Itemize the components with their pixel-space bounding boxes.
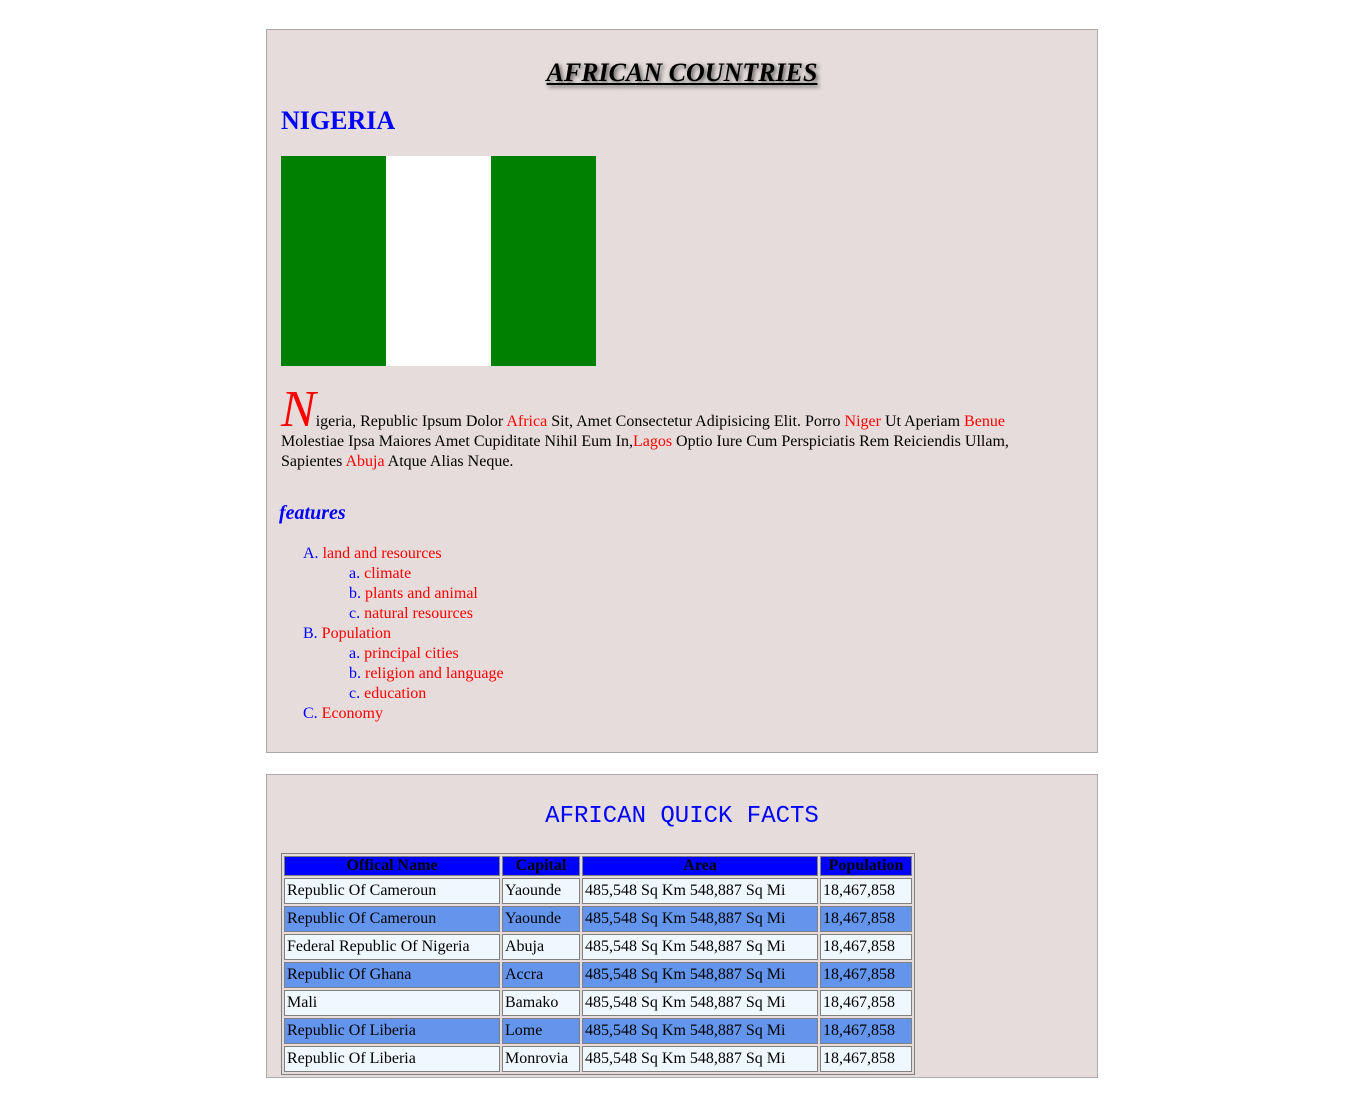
cell-name: Mali [284,990,500,1016]
country-heading: NIGERIA [281,106,396,135]
flag-band-center [386,156,491,366]
country-panel: AFRICAN COUNTRIES NIGERIA Nigeria, Repub… [266,29,1098,753]
list-item-label: Economy [321,705,383,722]
cell-name: Federal Republic Of Nigeria [284,934,500,960]
cell-population: 18,467,858 [820,962,912,988]
cell-area: 485,548 Sq Km 548,887 Sq Mi [582,1046,818,1072]
quick-facts-heading: AFRICAN QUICK FACTS [545,803,819,830]
cell-capital: Lome [502,1018,580,1044]
intro-text: Sit, Amet Consectetur Adipisicing Elit. … [547,413,845,430]
cell-population: 18,467,858 [820,1018,912,1044]
list-item: A. land and resources a. climate b. plan… [303,544,504,624]
features-outline: A. land and resources a. climate b. plan… [303,544,504,724]
intro-paragraph: Nigeria, Republic Ipsum Dolor Africa Sit… [281,384,1071,472]
intro-text: Ut Aperiam [880,413,965,430]
cell-capital: Abuja [502,934,580,960]
keyword-lagos: Lagos [632,433,673,450]
nigeria-flag-icon [281,156,596,366]
list-marker: C. [303,705,318,722]
sub-list-item-label: religion and language [365,665,504,682]
cell-capital: Yaounde [502,906,580,932]
cell-name: Republic Of Ghana [284,962,500,988]
cell-population: 18,467,858 [820,878,912,904]
list-marker: a. [349,565,361,582]
cell-area: 485,548 Sq Km 548,887 Sq Mi [582,1018,818,1044]
page-title: AFRICAN COUNTRIES [546,58,818,87]
list-item-label: land and resources [322,545,442,562]
sub-list-item-label: principal cities [364,645,459,662]
sub-list-item-label: natural resources [364,605,473,622]
cell-name: Republic Of Liberia [284,1018,500,1044]
table-header-row: Offical Name Capital Area Population [284,856,912,876]
cell-capital: Bamako [502,990,580,1016]
cell-population: 18,467,858 [820,934,912,960]
cell-capital: Accra [502,962,580,988]
table-row: Mali Bamako 485,548 Sq Km 548,887 Sq Mi … [284,990,912,1016]
list-item-label: Population [321,625,392,642]
list-marker: b. [349,585,361,602]
column-header-population: Population [820,856,912,876]
column-header-area: Area [582,856,818,876]
cell-population: 18,467,858 [820,990,912,1016]
keyword-africa: Africa [506,413,548,430]
cell-population: 18,467,858 [820,906,912,932]
list-marker: B. [303,625,318,642]
cell-name: Republic Of Liberia [284,1046,500,1072]
sub-list-item-label: education [364,685,427,702]
cell-population: 18,467,858 [820,1046,912,1072]
cell-area: 485,548 Sq Km 548,887 Sq Mi [582,878,818,904]
list-marker: b. [349,665,361,682]
quick-facts-panel: AFRICAN QUICK FACTS Offical Name Capital… [266,774,1098,1078]
column-header-name: Offical Name [284,856,500,876]
sub-list-item: a. climate [349,564,504,584]
intro-text: Atque Alias Neque. [384,453,514,470]
column-header-capital: Capital [502,856,580,876]
list-marker: A. [303,545,319,562]
keyword-abuja: Abuja [345,453,385,470]
table-row: Republic Of Ghana Accra 485,548 Sq Km 54… [284,962,912,988]
table-row: Republic Of Liberia Lome 485,548 Sq Km 5… [284,1018,912,1044]
cell-name: Republic Of Cameroun [284,906,500,932]
sub-list-item: b. plants and animal [349,584,504,604]
drop-cap: N [281,381,316,438]
intro-text: Molestiae Ipsa Maiores Amet Cupiditate N… [281,433,633,450]
cell-capital: Monrovia [502,1046,580,1072]
list-item: C. Economy [303,704,504,724]
sub-list-item-label: climate [364,565,412,582]
sub-list-item: a. principal cities [349,644,504,664]
cell-name: Republic Of Cameroun [284,878,500,904]
cell-area: 485,548 Sq Km 548,887 Sq Mi [582,934,818,960]
sub-list-item: c. education [349,684,504,704]
keyword-benue: Benue [964,413,1005,430]
table-row: Republic Of Liberia Monrovia 485,548 Sq … [284,1046,912,1072]
list-marker: c. [349,685,361,702]
table-row: Republic Of Cameroun Yaounde 485,548 Sq … [284,906,912,932]
sub-list: a. principal cities b. religion and lang… [303,644,504,704]
flag-band-right [491,156,596,366]
sub-list-item: c. natural resources [349,604,504,624]
list-marker: a. [349,645,361,662]
table-row: Federal Republic Of Nigeria Abuja 485,54… [284,934,912,960]
intro-text: igeria, Republic Ipsum Dolor [315,413,507,430]
keyword-niger: Niger [844,413,881,430]
sub-list-item: b. religion and language [349,664,504,684]
cell-area: 485,548 Sq Km 548,887 Sq Mi [582,962,818,988]
cell-capital: Yaounde [502,878,580,904]
sub-list-item-label: plants and animal [365,585,478,602]
list-item: B. Population a. principal cities b. rel… [303,624,504,704]
sub-list: a. climate b. plants and animal c. natur… [303,564,504,624]
flag-band-left [281,156,386,366]
cell-area: 485,548 Sq Km 548,887 Sq Mi [582,906,818,932]
features-heading: features [279,502,346,524]
cell-area: 485,548 Sq Km 548,887 Sq Mi [582,990,818,1016]
quick-facts-table: Offical Name Capital Area Population Rep… [281,853,915,1075]
list-marker: c. [349,605,361,622]
table-row: Republic Of Cameroun Yaounde 485,548 Sq … [284,878,912,904]
